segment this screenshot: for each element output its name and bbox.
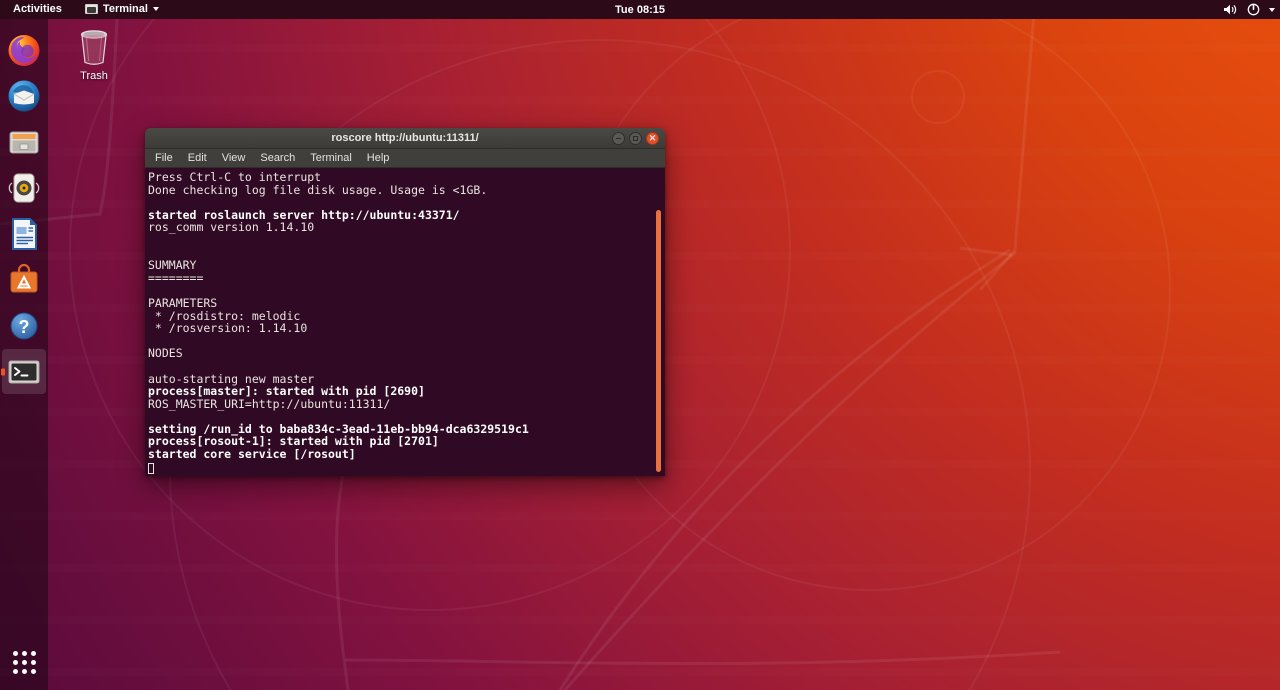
window-controls: ✕	[612, 128, 659, 149]
desktop-icon-trash[interactable]: Trash	[65, 26, 123, 82]
terminal-scrollbar[interactable]	[654, 168, 663, 476]
terminal-line: Done checking log file disk usage. Usage…	[148, 182, 488, 197]
chevron-down-icon	[152, 7, 159, 11]
dock-item-libreoffice-writer[interactable]	[2, 211, 46, 256]
terminal-line: ROS_MASTER_URI=http://ubuntu:11311/	[148, 396, 391, 411]
close-icon: ✕	[648, 133, 657, 143]
desktop-icon-label: Trash	[80, 70, 108, 82]
terminal-scrollbar-thumb[interactable]	[656, 210, 661, 472]
dock-item-files[interactable]	[2, 119, 46, 164]
terminal-body[interactable]: Press Ctrl-C to interrupt Done checking l…	[145, 168, 665, 476]
terminal-line: PARAMETERS	[148, 295, 218, 310]
music-player-icon	[8, 173, 40, 202]
terminal-line: ========	[148, 270, 204, 285]
dock-item-thunderbird[interactable]	[2, 73, 46, 118]
terminal-line: SUMMARY	[148, 258, 197, 273]
power-icon[interactable]	[1247, 3, 1260, 16]
terminal-line: ros_comm version 1.14.10	[148, 220, 315, 235]
grid-dots-icon	[12, 650, 36, 674]
terminal-output: Press Ctrl-C to interrupt Done checking l…	[145, 168, 665, 474]
terminal-line: Press Ctrl-C to interrupt	[148, 170, 322, 184]
chevron-down-icon[interactable]	[1269, 7, 1275, 12]
thunderbird-icon	[8, 80, 40, 111]
dock-item-ubuntu-software[interactable]	[2, 257, 46, 302]
file-manager-icon	[9, 131, 39, 153]
terminal-line: * /rosversion: 1.14.10	[148, 321, 308, 336]
menu-item-file[interactable]: File	[153, 151, 175, 165]
window-title-bar[interactable]: roscore http://ubuntu:11311/ ✕	[145, 128, 665, 149]
app-menu-button[interactable]: Terminal	[79, 2, 165, 17]
show-applications-button[interactable]	[0, 640, 48, 684]
activities-button[interactable]: Activities	[6, 2, 69, 17]
dock-item-rhythmbox[interactable]	[2, 165, 46, 210]
terminal-icon	[8, 360, 40, 383]
minimize-icon	[616, 137, 621, 140]
terminal-line: NODES	[148, 346, 183, 361]
terminal-cursor	[148, 462, 154, 474]
terminal-cursor-line	[148, 461, 665, 474]
desktop[interactable]: Activities Terminal Tue 08:15 ? Trash ro…	[0, 0, 1280, 690]
document-icon	[12, 217, 37, 250]
window-title: roscore http://ubuntu:11311/	[331, 132, 479, 144]
terminal-line: started core service [/rosout]	[148, 447, 356, 462]
system-tray	[1223, 0, 1275, 19]
maximize-button[interactable]	[629, 132, 642, 145]
terminal-icon	[84, 4, 98, 14]
trash-bin-icon	[80, 30, 108, 65]
dock-item-terminal[interactable]	[2, 349, 46, 394]
launcher-dock: ?	[0, 19, 48, 690]
menu-item-view[interactable]: View	[220, 151, 248, 165]
top-panel: Activities Terminal Tue 08:15	[0, 0, 1280, 19]
menu-bar: File Edit View Search Terminal Help	[145, 149, 665, 168]
menu-item-search[interactable]: Search	[258, 151, 297, 165]
terminal-line: process[master]: started with pid [2690]	[148, 384, 425, 399]
menu-item-terminal[interactable]: Terminal	[308, 151, 354, 165]
svg-text:?: ?	[19, 317, 30, 337]
maximize-icon	[633, 136, 638, 141]
close-button[interactable]: ✕	[646, 132, 659, 145]
minimize-button[interactable]	[612, 132, 625, 145]
menu-item-help[interactable]: Help	[365, 151, 392, 165]
volume-icon[interactable]	[1223, 3, 1238, 16]
terminal-window[interactable]: roscore http://ubuntu:11311/ ✕ File Edit…	[145, 128, 665, 476]
panel-clock[interactable]: Tue 08:15	[580, 4, 700, 16]
dock-item-help[interactable]: ?	[2, 303, 46, 348]
help-circle-icon: ?	[10, 312, 38, 339]
firefox-icon	[8, 34, 40, 66]
dock-item-firefox[interactable]	[2, 27, 46, 72]
software-bag-icon	[10, 263, 38, 292]
menu-item-edit[interactable]: Edit	[186, 151, 209, 165]
app-menu-label: Terminal	[102, 3, 148, 15]
